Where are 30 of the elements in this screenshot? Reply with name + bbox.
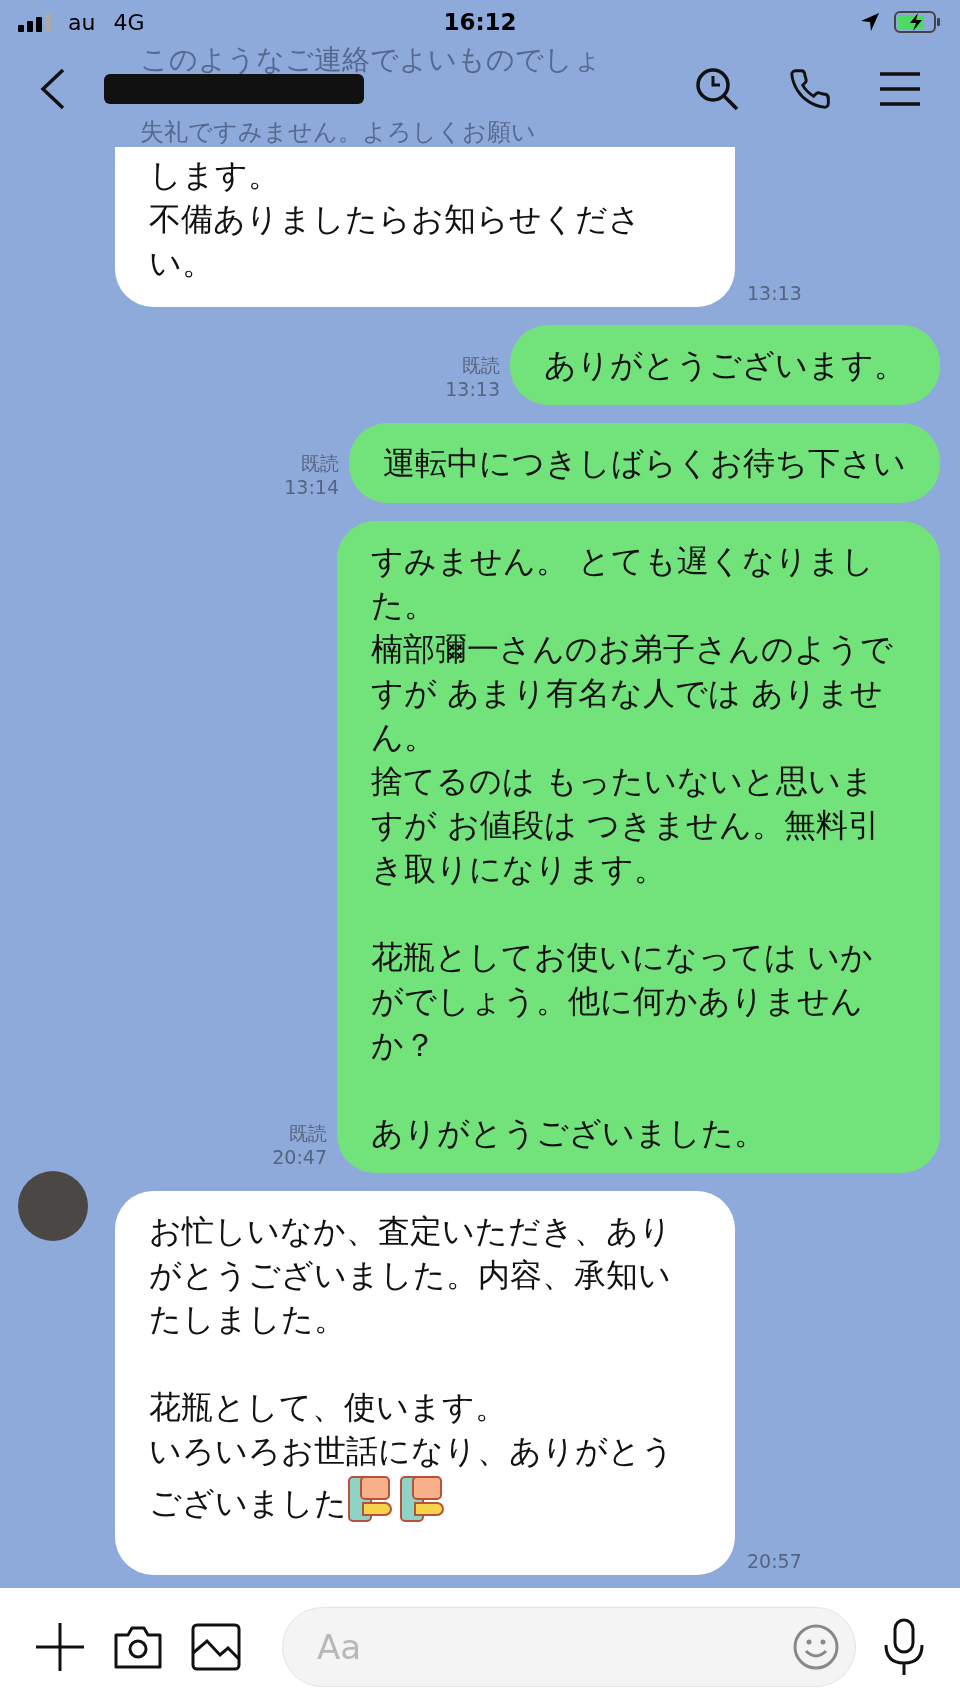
hidden-message-text: このようなご連絡でよいものでしょ (140, 44, 602, 76)
incoming-message: お忙しいなか、査定いただき、ありがとうございました。内容、承知いたしました。 花瓶として、使います。 いろいろお世話になり、ありがとうございました (115, 1191, 735, 1575)
signal-icon (18, 12, 54, 32)
emoji-icon[interactable] (792, 1623, 840, 1671)
message-time: 13:14 (284, 475, 339, 499)
message-input[interactable]: Aa (282, 1607, 856, 1687)
hidden-message-text: 失礼ですみません。よろしくお願い (140, 119, 536, 146)
microphone-icon[interactable] (882, 1617, 926, 1677)
search-icon[interactable] (694, 66, 740, 112)
incoming-message: します。 不備ありましたらお知らせください。 (115, 147, 735, 307)
read-receipt: 既読 (289, 1121, 327, 1145)
clock: 16:12 (443, 7, 517, 37)
plus-icon[interactable] (34, 1621, 86, 1673)
message-time: 13:13 (747, 281, 802, 306)
image-icon[interactable] (190, 1621, 242, 1673)
message-time: 13:13 (445, 377, 500, 401)
phone-icon[interactable] (788, 67, 832, 111)
outgoing-message: 運転中につきしばらくお待ち下さい (349, 423, 940, 503)
read-receipt: 既読 (301, 451, 339, 475)
carrier-label: au (68, 8, 96, 37)
outgoing-message: ありがとうございます。 (510, 325, 940, 405)
network-label: 4G (113, 8, 145, 37)
message-time: 20:57 (747, 1549, 802, 1574)
read-receipt: 既読 (462, 353, 500, 377)
outgoing-message: すみません。 とても遅くなりました。 楠部彌一さんのお弟子さんのようですが あまり有名な人では ありません。 捨てるのは もったいないと思いますが お値段は つきません。無料引き取りになります。 花瓶としてお使いになっては いかがでしょう。他に何かありませんか？ ありがとうございました。 (337, 521, 940, 1173)
message-time: 20:47 (272, 1145, 327, 1169)
location-icon (860, 12, 880, 32)
battery-charging-icon (894, 10, 942, 34)
menu-icon[interactable] (880, 72, 920, 106)
back-icon[interactable] (40, 68, 66, 110)
